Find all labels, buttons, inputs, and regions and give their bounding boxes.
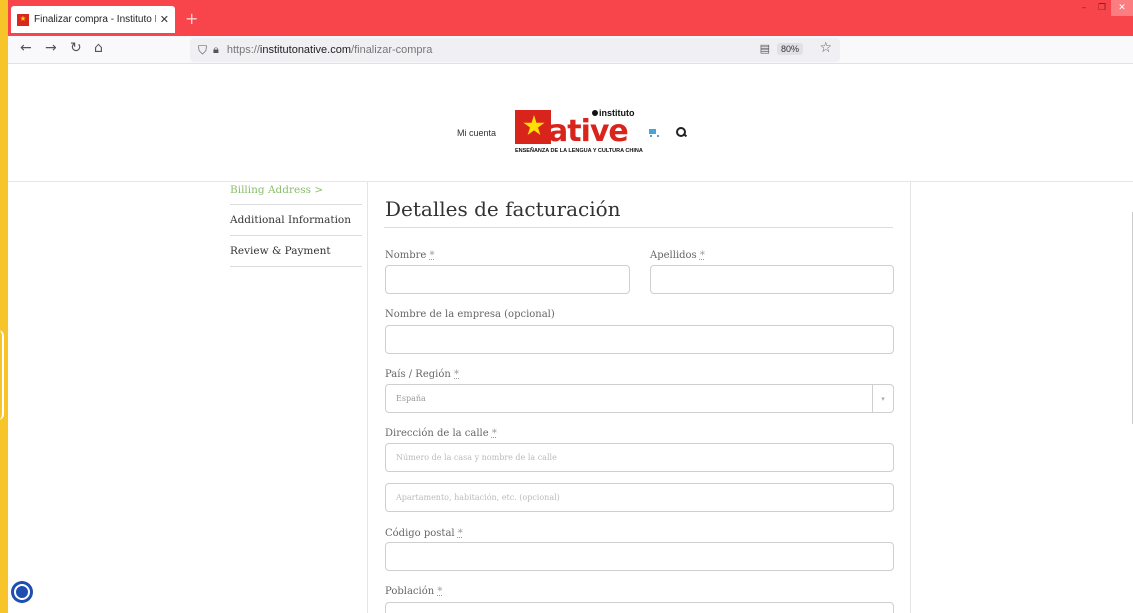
logo-star-icon (523, 115, 545, 136)
country-selected-value: España (396, 394, 426, 403)
country-select[interactable]: España ▾ (385, 384, 894, 413)
street-label: Dirección de la calle * (385, 428, 497, 439)
tab-close-icon[interactable]: ✕ (160, 13, 169, 26)
title-bar: Finalizar compra - Instituto Nati ✕ + – … (8, 0, 1133, 36)
lock-icon[interactable]: 🔒︎ (213, 43, 219, 57)
address-bar[interactable]: ⛉ 🔒︎ https://institutonative.com/finaliz… (190, 38, 840, 62)
new-tab-button[interactable]: + (185, 9, 198, 28)
navigation-bar: ← → ↻ ⌂ ⛉ 🔒︎ https://institutonative.com… (8, 36, 1133, 64)
desktop-edge (0, 330, 4, 420)
site-header: Mi cuenta instituto ative ENSEÑANZA DE L… (8, 64, 1133, 182)
country-label: País / Región * (385, 369, 459, 380)
last-name-input[interactable] (650, 265, 894, 294)
forward-button[interactable]: → (45, 40, 57, 56)
company-input[interactable] (385, 325, 894, 354)
back-button[interactable]: ← (20, 40, 32, 56)
tracking-shield-icon[interactable]: ⛉ (198, 43, 207, 58)
maximize-button[interactable]: ❐ (1093, 0, 1111, 16)
postcode-label: Código postal * (385, 528, 463, 539)
city-input[interactable] (385, 602, 894, 613)
city-label: Población * (385, 586, 443, 597)
cart-icon[interactable] (648, 128, 659, 137)
company-label: Nombre de la empresa (opcional) (385, 309, 555, 320)
street-address-input[interactable]: Número de la casa y nombre de la calle (385, 443, 894, 472)
first-name-label: Nombre * (385, 250, 435, 261)
step-review-payment[interactable]: Review & Payment (230, 236, 362, 267)
window-controls: – ❐ ✕ (1075, 0, 1133, 16)
browser-window: Finalizar compra - Instituto Nati ✕ + – … (8, 0, 1133, 613)
accessibility-icon[interactable] (11, 581, 33, 603)
logo-word: ative (548, 114, 629, 149)
bookmark-star-icon[interactable]: ☆ (819, 40, 832, 56)
reader-view-icon[interactable]: ▤ (760, 42, 770, 55)
checkout-steps: Billing Address > Additional Information… (230, 182, 362, 267)
billing-form: Detalles de facturación Nombre * Apellid… (367, 182, 911, 613)
logo-tagline: ENSEÑANZA DE LA LENGUA Y CULTURA CHINA (515, 148, 643, 154)
chevron-down-icon[interactable]: ▾ (872, 385, 893, 412)
my-account-link[interactable]: Mi cuenta (457, 128, 496, 138)
tab-title: Finalizar compra - Instituto Nati (34, 14, 156, 25)
site-logo[interactable]: instituto ative ENSEÑANZA DE LA LENGUA Y… (515, 108, 643, 158)
street-placeholder: Número de la casa y nombre de la calle (396, 453, 557, 462)
zoom-level-badge[interactable]: 80% (776, 43, 803, 55)
reload-button[interactable]: ↻ (70, 40, 82, 56)
home-button[interactable]: ⌂ (94, 40, 103, 56)
url-text[interactable]: https://institutonative.com/finalizar-co… (227, 44, 432, 56)
form-title: Detalles de facturación (385, 197, 621, 221)
street-address-2-input[interactable]: Apartamento, habitación, etc. (opcional) (385, 483, 894, 512)
title-divider (384, 227, 893, 228)
street2-placeholder: Apartamento, habitación, etc. (opcional) (396, 493, 560, 502)
step-billing-address[interactable]: Billing Address > (230, 182, 362, 205)
minimize-button[interactable]: – (1075, 0, 1093, 16)
site-favicon-icon (17, 13, 29, 26)
last-name-label: Apellidos * (650, 250, 705, 261)
step-additional-information[interactable]: Additional Information (230, 205, 362, 236)
logo-mark (515, 110, 551, 144)
postcode-input[interactable] (385, 542, 894, 571)
browser-tab[interactable]: Finalizar compra - Instituto Nati ✕ (11, 6, 175, 33)
search-icon[interactable] (676, 127, 686, 137)
first-name-input[interactable] (385, 265, 630, 294)
close-window-button[interactable]: ✕ (1111, 0, 1133, 16)
